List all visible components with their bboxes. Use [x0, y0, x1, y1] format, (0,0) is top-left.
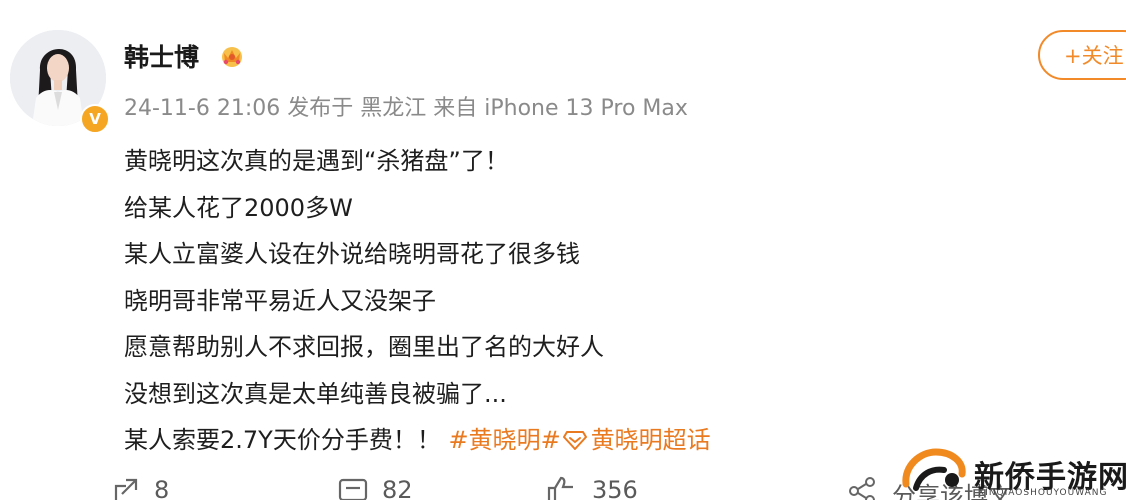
- post-line-text: 某人索要2.7Y天价分手费！！: [124, 426, 441, 454]
- verified-badge-icon: V: [80, 104, 110, 134]
- hashtag-link[interactable]: #黄晓明#: [448, 426, 560, 454]
- post-source: 来自 iPhone 13 Pro Max: [433, 96, 688, 121]
- post-line-last: 某人索要2.7Y天价分手费！！ #黄晓明# 黄晓明超话: [124, 417, 711, 464]
- repost-count: 8: [154, 476, 170, 500]
- repost-button[interactable]: 8: [112, 476, 169, 500]
- like-thumb-icon: [547, 476, 573, 500]
- post-line: 晓明哥非常平易近人又没架子: [124, 286, 436, 315]
- like-count: 356: [592, 476, 638, 500]
- comment-icon: [338, 478, 368, 500]
- comment-count: 82: [382, 476, 413, 500]
- vip-crown-icon[interactable]: [218, 44, 246, 68]
- post-line: 没想到这次真是太单纯善良被骗了...: [124, 379, 507, 408]
- repost-icon: [114, 478, 138, 500]
- watermark-logo-icon: [902, 448, 966, 491]
- watermark-subtitle: XINQIAOSHOUYOUWANG: [978, 488, 1108, 498]
- share-icon: [849, 477, 875, 500]
- author-name[interactable]: 韩士博: [124, 38, 199, 74]
- site-watermark: 新侨手游网 XINQIAOSHOUYOUWANG: [900, 444, 1126, 500]
- post-meta: 24-11-6 21:06 发布于 黑龙江 来自 iPhone 13 Pro M…: [124, 90, 688, 122]
- weibo-post-card: V 韩士博 24-11-6 21:06 发布于 黑龙江 来自 iPhone 13…: [0, 0, 1126, 500]
- comment-button[interactable]: 82: [338, 476, 413, 500]
- post-content: 黄晓明这次真的是遇到“杀猪盘”了！ 给某人花了2000多W 某人立富婆人设在外说…: [124, 138, 711, 464]
- post-line: 给某人花了2000多W: [124, 193, 353, 222]
- follow-button[interactable]: +关注: [1038, 30, 1126, 80]
- post-line: 愿意帮助别人不求回报，圈里出了名的大好人: [124, 333, 604, 361]
- super-topic-link[interactable]: 黄晓明超话: [591, 426, 711, 454]
- super-topic-icon[interactable]: [562, 429, 587, 451]
- like-button[interactable]: 356: [546, 476, 638, 500]
- post-line: 黄晓明这次真的是遇到“杀猪盘”了！: [124, 147, 509, 175]
- post-location: 发布于 黑龙江: [287, 96, 427, 121]
- post-line: 某人立富婆人设在外说给晓明哥花了很多钱: [124, 240, 580, 268]
- post-date[interactable]: 24-11-6 21:06: [124, 96, 280, 121]
